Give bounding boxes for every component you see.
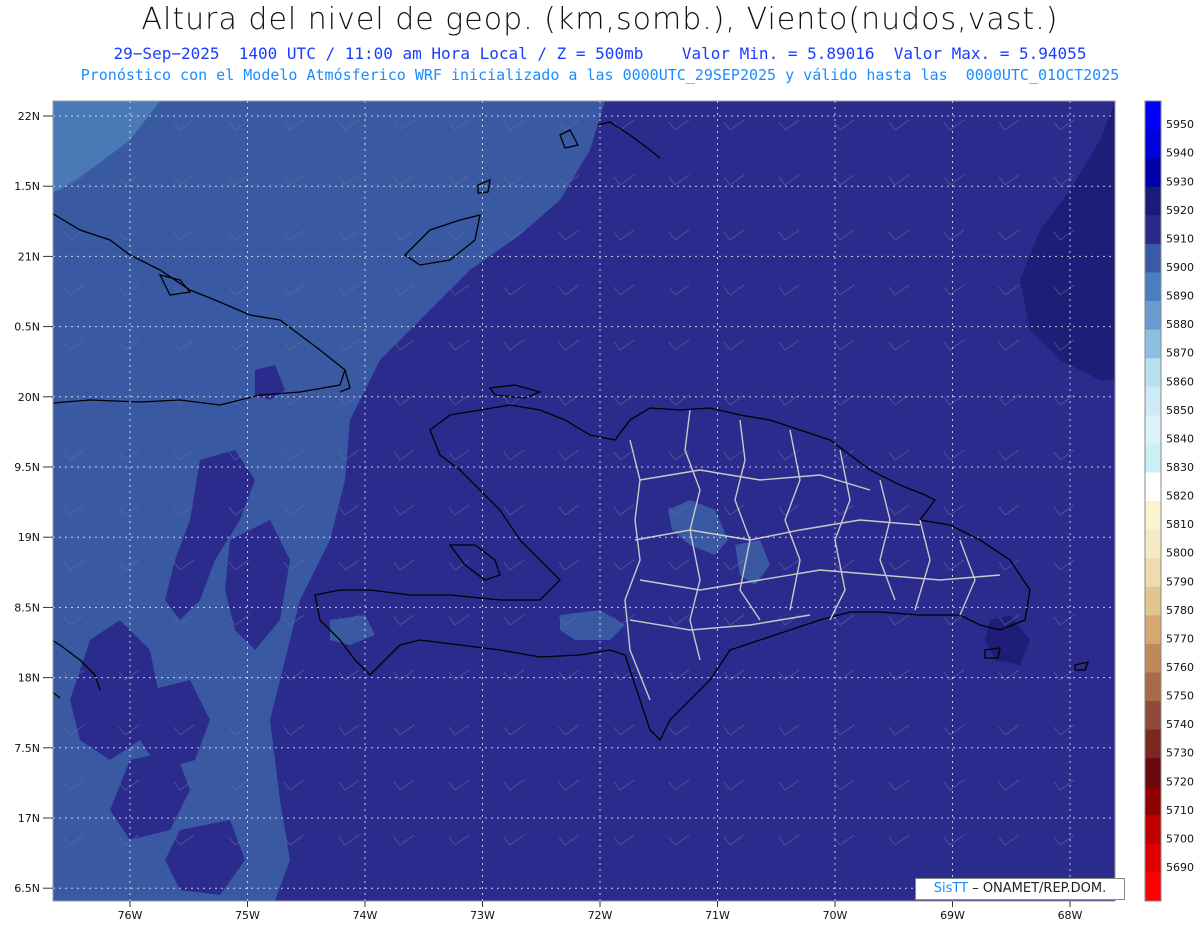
colorbar-label: 5760 bbox=[1166, 661, 1194, 674]
colorbar-label: 5750 bbox=[1166, 690, 1194, 703]
colorbar-label: 5920 bbox=[1166, 204, 1194, 217]
credit-text: – ONAMET/REP.DOM. bbox=[968, 881, 1107, 896]
longitude-label: 69W bbox=[940, 909, 965, 922]
colorbar-label: 5730 bbox=[1166, 747, 1194, 760]
longitude-label: 76W bbox=[118, 909, 143, 922]
colorbar-label: 5860 bbox=[1166, 375, 1194, 388]
latitude-label: 6.5N bbox=[14, 882, 40, 895]
latitude-label: 20N bbox=[18, 391, 40, 404]
longitude-label: 70W bbox=[823, 909, 848, 922]
colorbar-swatch bbox=[1145, 843, 1161, 873]
latitude-label: 21N bbox=[18, 250, 40, 263]
latitude-label: 18N bbox=[18, 672, 40, 685]
colorbar-swatch bbox=[1145, 272, 1161, 302]
latitude-label: 8.5N bbox=[14, 601, 40, 614]
longitude-labels: 76W 75W 74W 73W 72W 71W 70W 69W 68W bbox=[118, 901, 1083, 922]
colorbar-swatch bbox=[1145, 758, 1161, 788]
longitude-label: 73W bbox=[470, 909, 495, 922]
colorbar-label: 5910 bbox=[1166, 232, 1194, 245]
colorbar-label: 5810 bbox=[1166, 518, 1194, 531]
colorbar-swatch bbox=[1145, 529, 1161, 559]
longitude-label: 68W bbox=[1058, 909, 1083, 922]
colorbar-swatch bbox=[1145, 501, 1161, 531]
colorbar-swatch bbox=[1145, 301, 1161, 331]
latitude-label: 1.5N bbox=[14, 180, 40, 193]
colorbar-swatch bbox=[1145, 329, 1161, 359]
colorbar-label: 5890 bbox=[1166, 290, 1194, 303]
colorbar-swatch bbox=[1145, 472, 1161, 502]
colorbar-swatch bbox=[1145, 186, 1161, 216]
colorbar-swatch bbox=[1145, 558, 1161, 588]
colorbar-label: 5700 bbox=[1166, 832, 1194, 845]
latitude-labels: 22N 1.5N 21N 0.5N 20N 9.5N 19N 8.5N 18N 7.5N 17N 6.… bbox=[14, 110, 53, 895]
credit-brand: SisTT bbox=[933, 881, 969, 896]
colorbar-swatch bbox=[1145, 729, 1161, 759]
latitude-label: 22N bbox=[18, 110, 40, 123]
colorbar-label: 5710 bbox=[1166, 804, 1194, 817]
colorbar-swatch bbox=[1145, 615, 1161, 645]
longitude-label: 75W bbox=[235, 909, 260, 922]
colorbar-swatch bbox=[1145, 415, 1161, 445]
latitude-label: 17N bbox=[18, 812, 40, 825]
colorbar-label: 5830 bbox=[1166, 461, 1194, 474]
colorbar-label: 5840 bbox=[1166, 432, 1194, 445]
colorbar-label: 5880 bbox=[1166, 318, 1194, 331]
colorbar-label: 5950 bbox=[1166, 118, 1194, 131]
colorbar-swatch bbox=[1145, 872, 1161, 902]
geopotential-map: 22N 1.5N 21N 0.5N 20N 9.5N 19N 8.5N 18N 7.5N 17N 6.… bbox=[14, 100, 1194, 922]
colorbar-swatch bbox=[1145, 672, 1161, 702]
colorbar-label: 5940 bbox=[1166, 147, 1194, 160]
latitude-label: 19N bbox=[18, 531, 40, 544]
colorbar: 5950 5940 5930 5920 5910 5900 5890 5880 5870 5860… bbox=[1144, 100, 1194, 902]
colorbar-swatch bbox=[1145, 129, 1161, 159]
colorbar-swatch bbox=[1145, 586, 1161, 616]
latitude-label: 9.5N bbox=[14, 461, 40, 474]
colorbar-swatch bbox=[1145, 701, 1161, 731]
latitude-label: 0.5N bbox=[14, 321, 40, 334]
colorbar-swatch bbox=[1145, 215, 1161, 245]
colorbar-swatch bbox=[1145, 786, 1161, 816]
colorbar-swatch bbox=[1145, 386, 1161, 416]
colorbar-label: 5740 bbox=[1166, 718, 1194, 731]
colorbar-label: 5930 bbox=[1166, 175, 1194, 188]
colorbar-label: 5850 bbox=[1166, 404, 1194, 417]
colorbar-swatch bbox=[1145, 158, 1161, 188]
longitude-label: 74W bbox=[353, 909, 378, 922]
colorbar-label: 5800 bbox=[1166, 547, 1194, 560]
colorbar-swatch bbox=[1145, 101, 1161, 131]
colorbar-label: 5690 bbox=[1166, 861, 1194, 874]
colorbar-label: 5900 bbox=[1166, 261, 1194, 274]
credit-box: SisTT – ONAMET/REP.DOM. bbox=[915, 878, 1125, 900]
colorbar-label: 5790 bbox=[1166, 575, 1194, 588]
latitude-label: 7.5N bbox=[14, 742, 40, 755]
colorbar-label: 5820 bbox=[1166, 490, 1194, 503]
colorbar-swatch bbox=[1145, 243, 1161, 273]
longitude-label: 71W bbox=[705, 909, 730, 922]
colorbar-swatch bbox=[1145, 443, 1161, 473]
colorbar-label: 5870 bbox=[1166, 347, 1194, 360]
colorbar-label: 5780 bbox=[1166, 604, 1194, 617]
colorbar-swatch bbox=[1145, 643, 1161, 673]
longitude-label: 72W bbox=[588, 909, 613, 922]
colorbar-label: 5720 bbox=[1166, 775, 1194, 788]
colorbar-swatch bbox=[1145, 358, 1161, 388]
colorbar-label: 5770 bbox=[1166, 632, 1194, 645]
colorbar-swatch bbox=[1145, 815, 1161, 845]
